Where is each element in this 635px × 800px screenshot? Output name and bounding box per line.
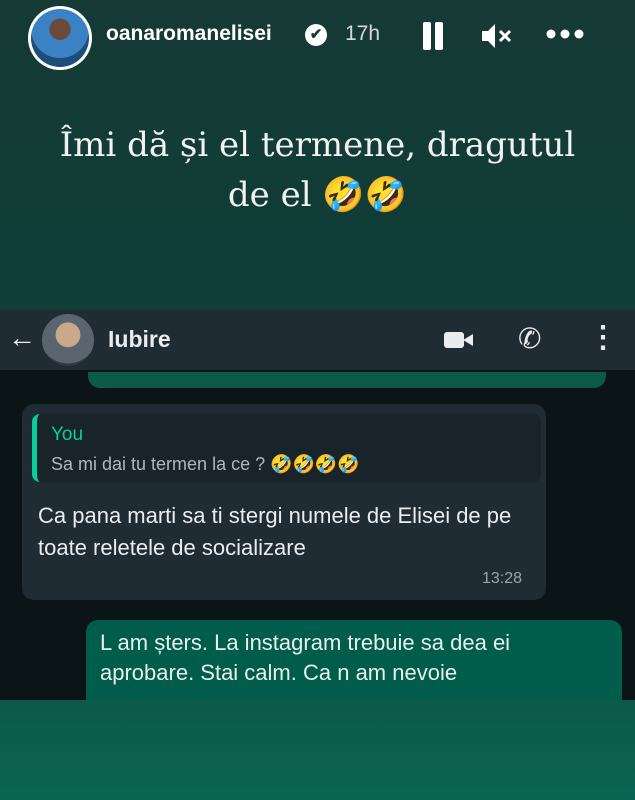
back-arrow-icon: ← xyxy=(8,322,36,353)
quote-author: You xyxy=(51,424,84,445)
caption-line-2: de el 🤣🤣 xyxy=(227,175,408,215)
contact-avatar xyxy=(42,314,94,366)
video-call-icon xyxy=(444,330,473,350)
caption-line-1: Îmi dă și el termene, dragutul xyxy=(59,125,576,165)
avatar-image xyxy=(31,9,89,67)
quote-text: Sa mi dai tu termen la ce ? 🤣🤣🤣🤣 xyxy=(51,454,360,474)
story-bottom-area xyxy=(0,700,635,800)
previous-message-bubble xyxy=(88,372,606,388)
quoted-reply: You Sa mi dai tu termen la ce ? 🤣🤣🤣🤣 xyxy=(32,414,541,482)
story-header: oanaromanelisei ✔ 17h xyxy=(0,0,635,76)
outgoing-message-text: L am șters. La instagram trebuie sa dea … xyxy=(100,630,511,685)
phone-call-icon: ✆ xyxy=(518,323,542,354)
incoming-message: You Sa mi dai tu termen la ce ? 🤣🤣🤣🤣 Ca … xyxy=(22,404,546,600)
outgoing-message: L am șters. La instagram trebuie sa dea … xyxy=(86,620,622,700)
message-timestamp: 13:28 xyxy=(482,570,523,587)
story-view: oanaromanelisei ✔ 17h Îmi dă și el terme… xyxy=(0,0,635,800)
contact-name: Iubire xyxy=(108,326,171,352)
story-caption: Îmi dă și el termene, dragutul de el 🤣🤣 xyxy=(40,120,595,220)
chat-top-bar: ← Iubire ✆ ⋮ xyxy=(0,310,635,370)
mute-icon[interactable] xyxy=(478,18,514,54)
menu-dots-icon: ⋮ xyxy=(588,321,618,354)
incoming-message-text: Ca pana marti sa ti stergi numele de Eli… xyxy=(38,503,512,560)
pause-icon[interactable] xyxy=(420,20,446,52)
profile-avatar[interactable] xyxy=(28,6,92,70)
username[interactable]: oanaromanelisei xyxy=(106,22,272,46)
more-icon[interactable] xyxy=(543,16,587,52)
story-time: 17h xyxy=(345,22,381,45)
chat-screenshot: ← Iubire ✆ ⋮ You Sa mi dai tu termen la … xyxy=(0,310,635,700)
verified-badge-icon: ✔ xyxy=(305,24,327,46)
